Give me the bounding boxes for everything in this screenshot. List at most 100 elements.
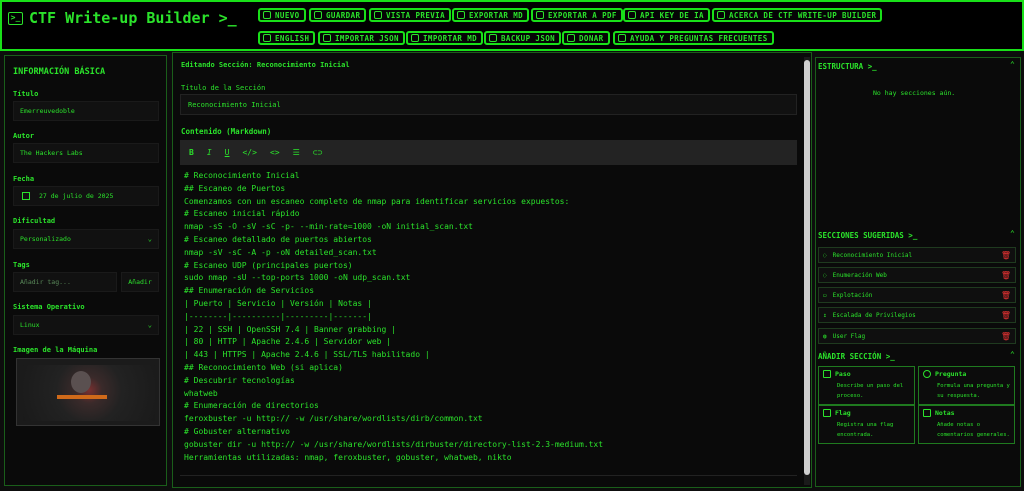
date-label: Fecha <box>13 175 35 183</box>
markdown-line: ## Escaneo de Puertos <box>184 183 286 193</box>
tags-input[interactable]: Añadir tag... <box>13 272 117 292</box>
editor-scrollbar[interactable] <box>804 57 810 485</box>
donate-button[interactable]: DONAR <box>562 31 610 45</box>
difficulty-label: Dificultad <box>13 217 56 225</box>
upload-icon <box>323 34 331 42</box>
list-icon[interactable]: ☰ <box>293 148 300 157</box>
section-title-input[interactable]: Reconocimiento Inicial <box>180 94 797 115</box>
chevron-down-icon: ⌄ <box>147 321 152 329</box>
date-input[interactable]: 27 de julio de 2025 <box>13 186 159 206</box>
markdown-line: # Gobuster alternativo <box>184 427 290 436</box>
add-section-heading: AÑADIR SECCIÓN >_ <box>818 352 895 361</box>
globe-icon: ◌ <box>823 271 827 279</box>
language-button[interactable]: ENGLISH <box>258 31 316 45</box>
preview-button[interactable]: VISTA PREVIA <box>369 8 451 22</box>
machine-image[interactable] <box>16 358 160 426</box>
markdown-line: whatweb <box>184 388 218 398</box>
calendar-icon <box>22 192 30 200</box>
bold-icon[interactable]: B <box>189 148 194 157</box>
suggested-item[interactable]: ◌ Enumeración Web 🗑 <box>818 267 1016 283</box>
collapse-icon[interactable]: ⌃ <box>1010 229 1015 238</box>
help-faq-button[interactable]: AYUDA Y PREGUNTAS FRECUENTES <box>613 31 774 45</box>
export-pdf-button[interactable]: EXPORTAR A PDF <box>531 8 623 22</box>
section-title-label: Título de la Sección <box>181 84 266 92</box>
trash-icon[interactable]: 🗑 <box>1001 332 1011 341</box>
markdown-line: sudo nmap -sU --top-ports 1000 -oN udp_s… <box>184 273 411 283</box>
markdown-line: nmap -sS -O -sV -sC -p- --min-rate=1000 … <box>184 222 473 232</box>
about-button[interactable]: ACERCA DE CTF WRITE-UP BUILDER <box>712 8 883 22</box>
markdown-line: | 22 | SSH | OpenSSH 7.4 | Banner grabbi… <box>184 324 396 334</box>
markdown-line: Comenzamos con un escaneo completo de nm… <box>184 196 570 206</box>
code-block-icon[interactable]: <> <box>270 148 280 157</box>
download-icon <box>489 34 497 42</box>
os-label: Sistema Operativo <box>13 303 85 311</box>
markdown-line: nmap -sV -sC -A -p -oN detailed_scan.txt <box>184 247 377 257</box>
markdown-line: gobuster dir -u http:// -w /usr/share/wo… <box>184 439 604 449</box>
app-logo: >_ CTF Write-up Builder >_ <box>8 9 237 27</box>
new-button[interactable]: NUEVO <box>258 8 306 22</box>
import-json-button[interactable]: IMPORTAR JSON <box>318 31 405 45</box>
add-question-card[interactable]: Pregunta Formula una pregunta y su respues… <box>918 366 1015 405</box>
backup-json-button[interactable]: BACKUP JSON <box>484 31 562 45</box>
arrow-up-icon: ↥ <box>823 311 827 319</box>
plus-icon <box>263 11 271 19</box>
add-notes-card[interactable]: Notas Añade notas o comentarios generales. <box>918 405 1015 444</box>
os-select[interactable]: Linux ⌄ <box>13 315 159 335</box>
markdown-line: # Escaneo inicial rápido <box>184 209 300 219</box>
app-title: CTF Write-up Builder >_ <box>29 9 237 27</box>
file-upload-icon <box>411 34 419 42</box>
markdown-line: # Descubrir tecnologías <box>184 375 295 385</box>
coffee-icon <box>567 34 575 42</box>
link-icon[interactable]: ⊂⊃ <box>313 148 323 157</box>
difficulty-select[interactable]: Personalizado ⌄ <box>13 229 159 249</box>
collapse-icon[interactable]: ⌃ <box>1010 350 1015 359</box>
markdown-line: # Escaneo UDP (principales puertos) <box>184 260 353 270</box>
add-tag-button[interactable]: Añadir <box>121 272 159 292</box>
italic-icon[interactable]: I <box>207 148 212 157</box>
flag-icon <box>823 409 831 417</box>
translate-icon <box>263 34 271 42</box>
eye-icon <box>374 11 382 19</box>
notes-icon <box>923 409 931 417</box>
export-md-button[interactable]: EXPORTAR MD <box>452 8 530 22</box>
collapse-icon[interactable]: ⌃ <box>1010 60 1015 69</box>
trash-icon[interactable]: 🗑 <box>1001 311 1011 320</box>
markdown-line: | Puerto | Servicio | Versión | Notas | <box>184 299 372 308</box>
trash-icon[interactable]: 🗑 <box>1001 291 1011 300</box>
question-icon <box>923 370 931 378</box>
step-icon <box>823 370 831 378</box>
markdown-line: | 443 | HTTPS | Apache 2.4.6 | SSL/TLS h… <box>184 350 430 360</box>
scrollbar-thumb[interactable] <box>804 60 810 475</box>
markdown-line: ## Reconocimiento Web (si aplica) <box>184 363 343 372</box>
help-icon <box>618 34 626 42</box>
code-icon[interactable]: </> <box>242 148 256 157</box>
api-key-button[interactable]: API KEY DE IA <box>623 8 710 22</box>
title-label: Título <box>13 90 39 98</box>
markdown-line: ## Enumeración de Servicios <box>184 286 315 296</box>
file-pdf-icon <box>536 11 544 19</box>
markdown-toolbar: B I U </> <> ☰ ⊂⊃ <box>180 140 797 165</box>
trash-icon[interactable]: 🗑 <box>1001 251 1011 260</box>
save-button[interactable]: GUARDAR <box>309 8 367 22</box>
underline-icon[interactable]: U <box>225 148 230 157</box>
title-input[interactable]: Emerreuvedoble <box>13 101 159 121</box>
import-md-button[interactable]: IMPORTAR MD <box>406 31 484 45</box>
suggested-item[interactable]: ▭ Explotación 🗑 <box>818 287 1016 303</box>
trash-icon[interactable]: 🗑 <box>1001 271 1011 280</box>
key-icon <box>628 11 636 19</box>
tags-label: Tags <box>13 261 30 269</box>
suggested-item[interactable]: ◍ User Flag 🗑 <box>818 328 1016 344</box>
author-input[interactable]: The Hackers Labs <box>13 143 159 163</box>
add-step-card[interactable]: Paso Describe un paso del proceso. <box>818 366 915 405</box>
terminal-icon: >_ <box>8 11 23 25</box>
markdown-line: | 80 | HTTP | Apache 2.4.6 | Servidor we… <box>184 337 392 347</box>
basic-info-heading: INFORMACIÓN BÁSICA <box>13 67 106 77</box>
editing-section-heading: Editando Sección: Reconocimiento Inicial <box>181 61 350 69</box>
structure-heading: ESTRUCTURA >_ <box>818 62 877 71</box>
suggested-heading: SECCIONES SUGERIDAS >_ <box>818 231 918 240</box>
suggested-item[interactable]: ◌ Reconocimiento Inicial 🗑 <box>818 247 1016 263</box>
info-icon <box>717 11 725 19</box>
search-icon: ◌ <box>823 251 827 259</box>
suggested-item[interactable]: ↥ Escalada de Privilegios 🗑 <box>818 307 1016 323</box>
add-flag-card[interactable]: Flag Registra una flag encontrada. <box>818 405 915 444</box>
